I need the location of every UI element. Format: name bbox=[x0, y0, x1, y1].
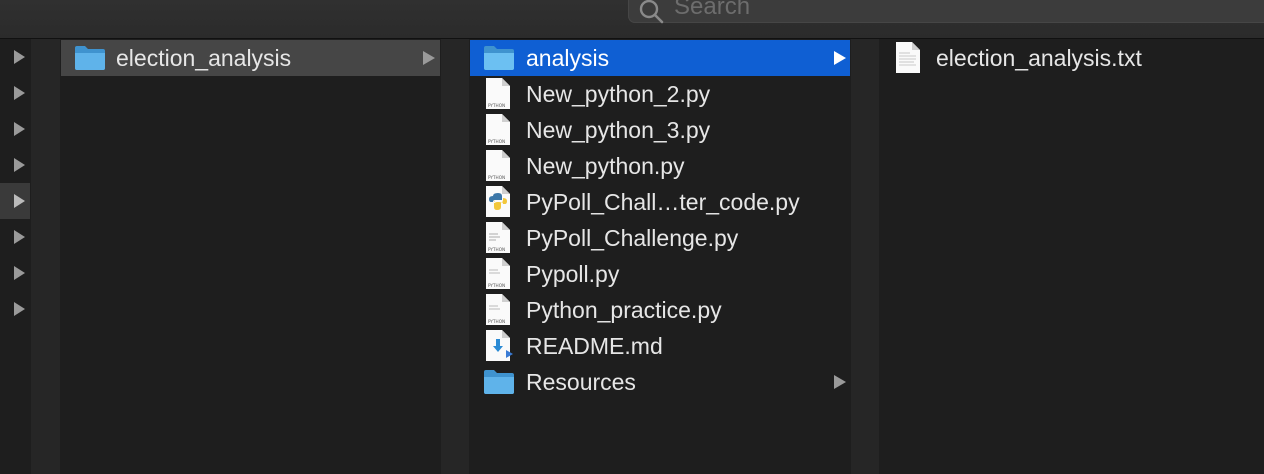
disclosure-arrow-icon[interactable] bbox=[14, 122, 25, 136]
list-item-election-analysis[interactable]: election_analysis bbox=[61, 40, 440, 76]
search-field[interactable]: Search bbox=[628, 0, 1264, 24]
list-item-label: PyPoll_Challenge.py bbox=[526, 225, 739, 251]
list-item-label: README.md bbox=[526, 333, 663, 359]
python-file-icon: PYTHON bbox=[486, 78, 510, 109]
list-item-python-practice[interactable]: PYTHON Python_practice.py bbox=[470, 292, 850, 328]
list-item-label: New_python_3.py bbox=[526, 117, 711, 143]
disclosure-arrow-icon[interactable] bbox=[14, 50, 25, 64]
disclosure-arrow-icon bbox=[423, 51, 435, 65]
list-item-label: New_python.py bbox=[526, 153, 685, 179]
disclosure-arrow-icon[interactable] bbox=[14, 194, 25, 208]
python-badge: PYTHON bbox=[488, 283, 505, 288]
list-item-new-python[interactable]: PYTHON New_python.py bbox=[470, 148, 850, 184]
list-item-label: PyPoll_Chall…ter_code.py bbox=[526, 189, 800, 215]
python-file-icon: PYTHON bbox=[486, 258, 510, 289]
python-badge: PYTHON bbox=[488, 319, 505, 324]
list-item-label: election_analysis bbox=[116, 45, 292, 71]
column-gutter bbox=[851, 39, 879, 474]
list-item-label: analysis bbox=[526, 45, 610, 71]
python-file-icon: PYTHON bbox=[486, 150, 510, 181]
disclosure-arrow-icon[interactable] bbox=[14, 158, 25, 172]
markdown-file-icon bbox=[486, 330, 513, 361]
column-3: election_analysis.txt bbox=[880, 39, 1264, 474]
list-item-pypoll-challenge-starter-code[interactable]: PyPoll_Chall…ter_code.py bbox=[470, 184, 850, 220]
folder-icon bbox=[484, 370, 514, 394]
column-2: analysis PYTHON New_python_2.py PYTHON N… bbox=[470, 39, 850, 474]
python-file-icon: PYTHON bbox=[486, 294, 510, 325]
list-item-resources[interactable]: Resources bbox=[470, 364, 850, 400]
text-file-icon bbox=[896, 42, 920, 73]
column-gutter bbox=[441, 39, 469, 474]
disclosure-arrow-icon bbox=[834, 51, 846, 65]
disclosure-arrow-icon[interactable] bbox=[14, 302, 25, 316]
python-badge: PYTHON bbox=[488, 175, 505, 180]
disclosure-arrow-icon bbox=[834, 375, 846, 389]
list-item-label: Pypoll.py bbox=[526, 261, 620, 287]
disclosure-arrow-icon[interactable] bbox=[14, 266, 25, 280]
python-file-icon: PYTHON bbox=[486, 114, 510, 145]
list-item-election-analysis-txt[interactable]: election_analysis.txt bbox=[880, 40, 1264, 76]
toolbar: Search bbox=[0, 0, 1264, 39]
list-item-label: Python_practice.py bbox=[526, 297, 722, 323]
list-item-new-python-2[interactable]: PYTHON New_python_2.py bbox=[470, 76, 850, 112]
disclosure-arrow-icon[interactable] bbox=[14, 230, 25, 244]
column-1: election_analysis bbox=[61, 39, 440, 474]
list-item-pypoll-challenge[interactable]: PYTHON PyPoll_Challenge.py bbox=[470, 220, 850, 256]
python-badge: PYTHON bbox=[488, 139, 505, 144]
list-item-analysis[interactable]: analysis bbox=[470, 40, 850, 76]
list-item-label: Resources bbox=[526, 369, 636, 395]
column-gutter bbox=[31, 39, 60, 474]
list-item-pypoll[interactable]: PYTHON Pypoll.py bbox=[470, 256, 850, 292]
previous-column-strip[interactable] bbox=[0, 39, 30, 474]
search-icon bbox=[639, 0, 664, 24]
python-badge: PYTHON bbox=[488, 247, 505, 252]
search-placeholder[interactable]: Search bbox=[674, 0, 750, 21]
list-item-label: election_analysis.txt bbox=[936, 45, 1142, 71]
folder-icon bbox=[484, 46, 514, 70]
list-item-new-python-3[interactable]: PYTHON New_python_3.py bbox=[470, 112, 850, 148]
list-item-readme[interactable]: README.md bbox=[470, 328, 850, 364]
python-logo-file-icon bbox=[486, 186, 510, 217]
python-file-icon: PYTHON bbox=[486, 222, 510, 253]
python-badge: PYTHON bbox=[488, 103, 505, 108]
list-item-label: New_python_2.py bbox=[526, 81, 711, 107]
disclosure-arrow-icon[interactable] bbox=[14, 86, 25, 100]
folder-icon bbox=[75, 46, 105, 70]
